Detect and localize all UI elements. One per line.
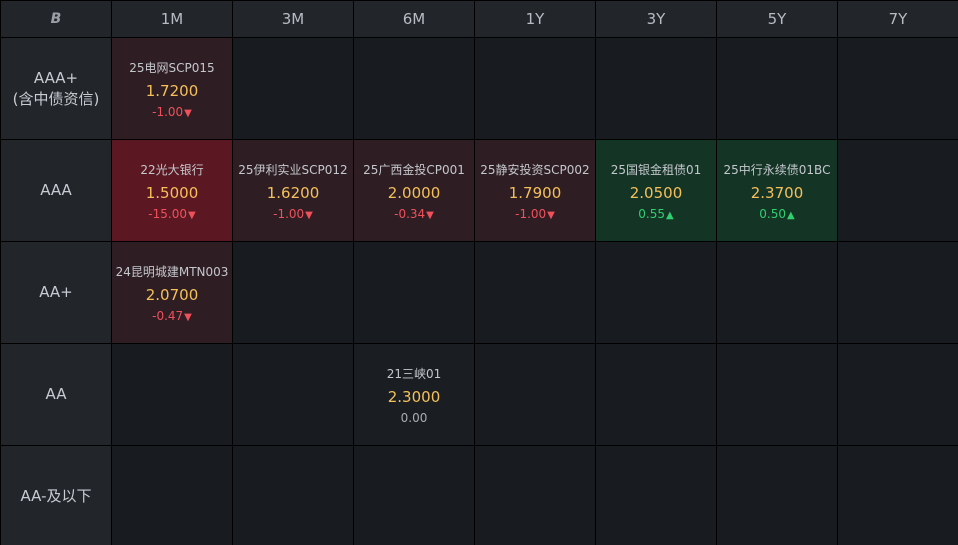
empty-cell: [838, 140, 958, 241]
empty-cell: [475, 446, 595, 545]
bond-cell[interactable]: 25广西金投CP001 2.0000 -0.34▼: [354, 140, 474, 241]
down-arrow-icon: ▼: [305, 209, 313, 221]
down-arrow-icon: ▼: [187, 209, 196, 221]
column-header-3m[interactable]: 3M: [233, 1, 353, 37]
bond-yield: 1.6200: [266, 183, 320, 202]
up-arrow-icon: ▲: [666, 209, 674, 221]
bond-cell[interactable]: 25国银金租债01 2.0500 0.55▲: [596, 140, 716, 241]
empty-cell: [475, 38, 595, 139]
row-header-aa-plus[interactable]: AA+: [1, 242, 111, 343]
empty-cell: [475, 242, 595, 343]
column-header-3y[interactable]: 3Y: [596, 1, 716, 37]
up-arrow-icon: ▲: [787, 209, 795, 221]
yield-change: -1.00▼: [515, 206, 555, 221]
row-label: AA-及以下: [20, 487, 92, 505]
empty-cell: [233, 242, 353, 343]
bond-yield-matrix: B 1M 3M 6M 1Y 3Y 5Y 7Y AAA+ (含中债资信) 25电网…: [0, 0, 958, 545]
bond-name: 25电网SCP015: [129, 60, 215, 75]
bond-name: 25国银金租债01: [610, 162, 702, 177]
bond-yield: 2.0000: [387, 183, 441, 202]
down-arrow-icon: ▼: [184, 311, 192, 323]
empty-cell: [596, 38, 716, 139]
bond-yield: 2.3000: [387, 387, 441, 406]
bond-yield: 2.0500: [629, 183, 683, 202]
empty-cell: [354, 446, 474, 545]
bond-cell[interactable]: 22光大银行 1.5000 -15.00▼: [112, 140, 232, 241]
down-arrow-icon: ▼: [426, 209, 434, 221]
bond-cell[interactable]: 21三峡01 2.3000 0.00: [354, 344, 474, 445]
empty-cell: [112, 446, 232, 545]
yield-change: 0.50▲: [759, 206, 795, 221]
bond-name: 25广西金投CP001: [363, 162, 465, 177]
bond-cell[interactable]: 25伊利实业SCP012 1.6200 -1.00▼: [233, 140, 353, 241]
bond-name: 25中行永续债01BC: [723, 162, 831, 177]
brand-logo-icon: B: [1, 1, 111, 37]
bond-yield: 1.5000: [145, 183, 199, 202]
empty-cell: [354, 242, 474, 343]
bond-yield: 1.7900: [508, 183, 562, 202]
bond-cell[interactable]: 25中行永续债01BC 2.3700 0.50▲: [717, 140, 837, 241]
yield-change: -1.00▼: [273, 206, 313, 221]
row-header-aa[interactable]: AA: [1, 344, 111, 445]
empty-cell: [596, 344, 716, 445]
column-header-6m[interactable]: 6M: [354, 1, 474, 37]
empty-cell: [838, 242, 958, 343]
bond-cell[interactable]: 25电网SCP015 1.7200 -1.00▼: [112, 38, 232, 139]
bond-name: 21三峡01: [386, 366, 442, 381]
bond-cell[interactable]: 25静安投资SCP002 1.7900 -1.00▼: [475, 140, 595, 241]
row-sublabel: (含中债资信): [12, 89, 100, 108]
empty-cell: [838, 446, 958, 545]
row-header-aaa-plus[interactable]: AAA+ (含中债资信): [1, 38, 111, 139]
empty-cell: [233, 446, 353, 545]
row-label: AA+: [39, 283, 73, 301]
empty-cell: [717, 446, 837, 545]
empty-cell: [233, 38, 353, 139]
column-header-1m[interactable]: 1M: [112, 1, 232, 37]
empty-cell: [838, 344, 958, 445]
column-header-1y[interactable]: 1Y: [475, 1, 595, 37]
empty-cell: [596, 242, 716, 343]
row-label: AAA+: [33, 68, 79, 87]
empty-cell: [354, 38, 474, 139]
empty-cell: [475, 344, 595, 445]
yield-change: 0.00: [400, 410, 428, 425]
empty-cell: [596, 446, 716, 545]
yield-change: 0.55▲: [638, 206, 674, 221]
bond-cell[interactable]: 24昆明城建MTN003 2.0700 -0.47▼: [112, 242, 232, 343]
bond-yield: 2.3700: [750, 183, 804, 202]
yield-change: -1.00▼: [152, 104, 192, 119]
empty-cell: [717, 344, 837, 445]
yield-change: -0.47▼: [152, 308, 192, 323]
row-header-aa-minus-and-below[interactable]: AA-及以下: [1, 446, 111, 545]
row-label: AAA: [40, 181, 72, 199]
empty-cell: [838, 38, 958, 139]
row-label: AA: [45, 385, 67, 403]
yield-change: -0.34▼: [394, 206, 434, 221]
empty-cell: [233, 344, 353, 445]
column-header-7y[interactable]: 7Y: [838, 1, 958, 37]
empty-cell: [717, 242, 837, 343]
bond-name: 24昆明城建MTN003: [115, 264, 229, 279]
yield-change: -15.00▼: [148, 206, 196, 221]
bond-yield: 2.0700: [145, 285, 199, 304]
bond-name: 25静安投资SCP002: [480, 162, 590, 177]
column-header-5y[interactable]: 5Y: [717, 1, 837, 37]
row-header-aaa[interactable]: AAA: [1, 140, 111, 241]
down-arrow-icon: ▼: [184, 107, 192, 119]
empty-cell: [717, 38, 837, 139]
bond-name: 22光大银行: [140, 162, 204, 177]
down-arrow-icon: ▼: [547, 209, 555, 221]
empty-cell: [112, 344, 232, 445]
bond-name: 25伊利实业SCP012: [238, 162, 348, 177]
bond-yield: 1.7200: [145, 81, 199, 100]
